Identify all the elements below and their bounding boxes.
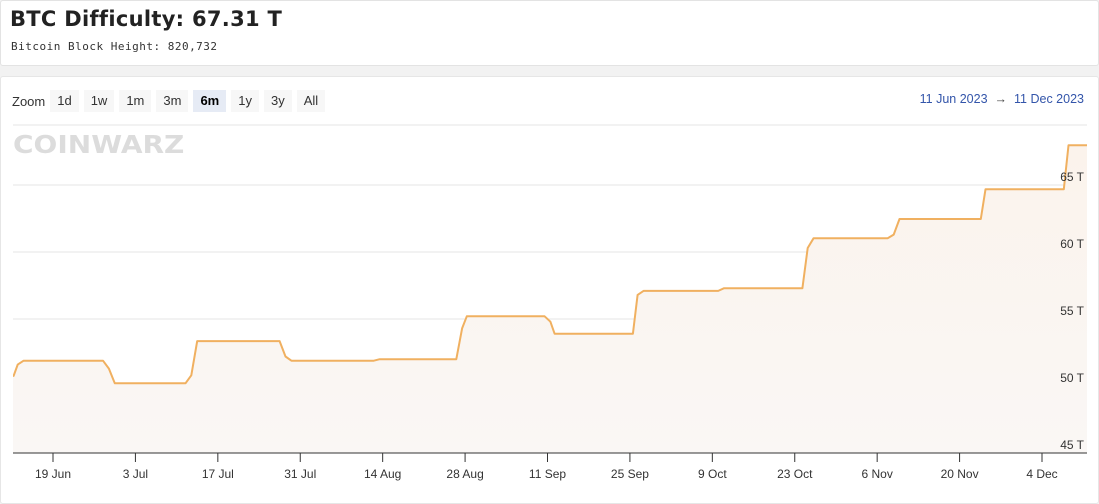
difficulty-area — [13, 145, 1087, 453]
block-height-subtitle: Bitcoin Block Height: 820,732 — [11, 40, 218, 53]
x-tick-label: 20 Nov — [941, 467, 979, 481]
x-tick-label: 25 Sep — [611, 467, 649, 481]
y-tick-label: 60 T — [1060, 237, 1084, 251]
chart-card: 45 T 50 T 55 T 60 T 65 T 19 Jun 3 Jul 17 Jul 31 … — [0, 76, 1099, 504]
x-tick-label: 4 Dec — [1026, 467, 1057, 481]
x-tick-label: 23 Oct — [777, 467, 813, 481]
x-tick-label: 14 Aug — [364, 467, 401, 481]
zoom-toolbar: Zoom 1d 1w 1m 3m 6m 1y 3y All — [12, 90, 330, 112]
zoom-1w-button[interactable]: 1w — [83, 90, 115, 112]
x-tick-label: 11 Sep — [529, 467, 566, 481]
range-arrow-icon: → — [994, 92, 1008, 106]
y-tick-label: 55 T — [1060, 304, 1084, 318]
zoom-all-button[interactable]: All — [296, 90, 326, 112]
x-tick-label: 9 Oct — [698, 467, 727, 481]
date-range: 11 Jun 2023 → 11 Dec 2023 — [920, 92, 1084, 106]
y-tick-label: 45 T — [1060, 438, 1084, 452]
x-tick-label: 17 Jul — [202, 467, 234, 481]
x-tick-label: 3 Jul — [123, 467, 148, 481]
coinwarz-watermark-logo: COINWARZ — [13, 130, 185, 159]
x-tick-label: 28 Aug — [446, 467, 483, 481]
zoom-1m-button[interactable]: 1m — [119, 90, 152, 112]
zoom-3y-button[interactable]: 3y — [263, 90, 292, 112]
zoom-label: Zoom — [12, 93, 46, 109]
y-tick-label: 50 T — [1060, 371, 1084, 385]
zoom-3m-button[interactable]: 3m — [156, 90, 189, 112]
zoom-1y-button[interactable]: 1y — [231, 90, 259, 112]
y-tick-label: 65 T — [1060, 170, 1084, 184]
x-tick-label: 31 Jul — [284, 467, 316, 481]
header-card: BTC Difficulty: 67.31 T Bitcoin Block He… — [0, 0, 1099, 66]
x-tick-label: 6 Nov — [861, 467, 892, 481]
zoom-6m-button[interactable]: 6m — [193, 90, 227, 112]
range-to-date[interactable]: 11 Dec 2023 — [1014, 92, 1084, 106]
range-from-date[interactable]: 11 Jun 2023 — [920, 92, 988, 106]
x-tick-label: 19 Jun — [35, 467, 71, 481]
zoom-1d-button[interactable]: 1d — [50, 90, 79, 112]
page-title: BTC Difficulty: 67.31 T — [10, 7, 283, 31]
